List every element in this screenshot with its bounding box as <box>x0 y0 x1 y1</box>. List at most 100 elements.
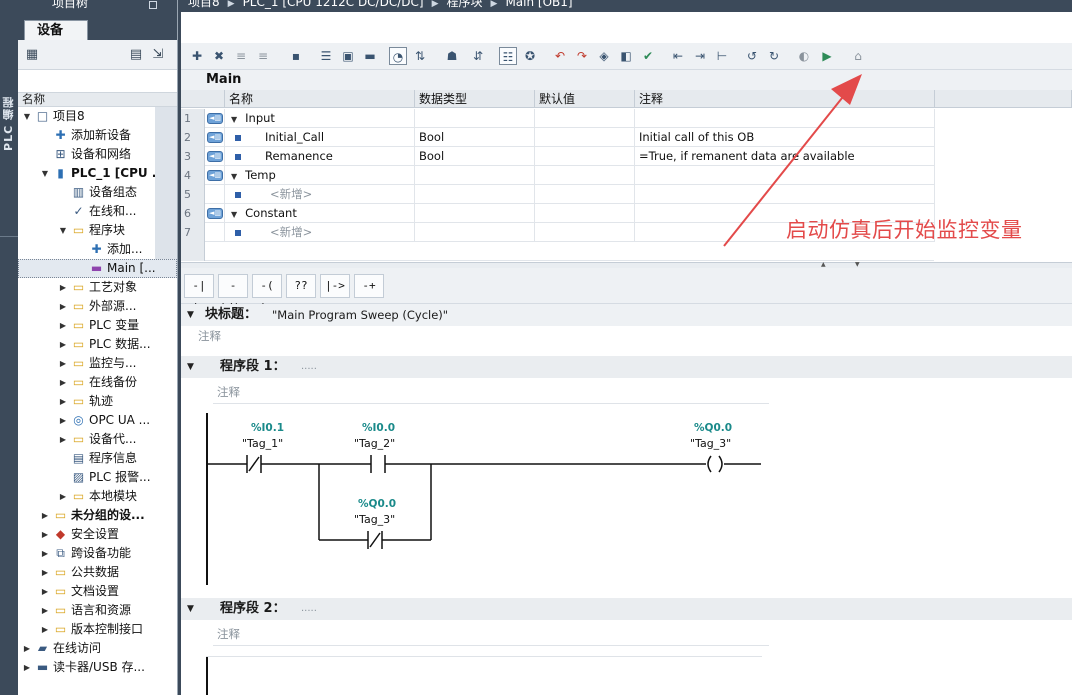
open-all-networks-icon[interactable]: ☰ <box>317 47 335 65</box>
tree-item[interactable]: ▶ ◆ 安全设置 <box>18 525 177 544</box>
close-branch-button[interactable]: -+ <box>354 274 384 298</box>
move-up-icon[interactable]: ⇤ <box>669 47 687 65</box>
delete-network-icon[interactable]: ≡ <box>254 47 272 65</box>
open-branch-button[interactable]: |-> <box>320 274 350 298</box>
favorites-star-icon[interactable]: ✪ <box>521 47 539 65</box>
tree-item[interactable]: ▶ ▭ 轨迹 <box>18 392 177 411</box>
export-icon[interactable]: ⇲ <box>150 47 166 63</box>
cell-default[interactable] <box>535 109 635 128</box>
expand-icon[interactable]: ▶ <box>58 354 68 373</box>
tree-item[interactable]: ▶ ▰ 在线访问 <box>18 639 177 658</box>
breadcrumb-program-blocks[interactable]: 程序块 <box>447 0 483 9</box>
expand-icon[interactable]: ▶ <box>58 278 68 297</box>
collapse-section-icon[interactable]: ▼ <box>231 210 237 219</box>
collapse-down-icon[interactable]: ▼ <box>855 261 860 268</box>
cell-name[interactable]: ▼ Input <box>225 109 415 128</box>
expand-icon[interactable]: ▶ <box>58 316 68 335</box>
normally-open-contact-button[interactable]: -| |- <box>184 274 214 314</box>
coil-tag3-name[interactable]: "Tag_3" <box>690 437 731 450</box>
tree-item[interactable]: ▶ ▭ 外部源... <box>18 297 177 316</box>
collapse-icon[interactable]: ▼ <box>40 164 50 183</box>
expand-icon[interactable]: ▶ <box>40 563 50 582</box>
tab-devices[interactable]: 设备 <box>24 20 88 40</box>
cell-datatype[interactable]: Bool <box>415 147 535 166</box>
collapse-block-title-icon[interactable]: ▼ <box>187 304 194 326</box>
cell-default[interactable] <box>535 166 635 185</box>
operand-display-icon[interactable]: ⇵ <box>469 47 487 65</box>
tree-item[interactable]: ✚ 添加新设备 <box>18 126 177 145</box>
col-header-default[interactable]: 默认值 <box>535 90 635 108</box>
breadcrumb-main-ob1[interactable]: Main [OB1] <box>505 0 572 9</box>
row-type-cell[interactable]: ◄▥ <box>205 109 225 128</box>
tree-item[interactable]: ▶ ▭ 公共数据 <box>18 563 177 582</box>
collapse-section-icon[interactable]: ▼ <box>231 115 237 124</box>
collapse-network-2-icon[interactable]: ▼ <box>187 598 194 620</box>
col-header-name[interactable]: 名称 <box>225 90 415 108</box>
tree-item[interactable]: ▬ Main [... <box>18 259 177 278</box>
compare-icon[interactable]: ◧ <box>617 47 635 65</box>
contact-tag3-name[interactable]: "Tag_3" <box>354 513 395 526</box>
expand-icon[interactable]: ▶ <box>58 487 68 506</box>
delete-row-icon[interactable]: ✖ <box>210 47 228 65</box>
favorites-list-icon[interactable]: ☷ <box>499 47 517 65</box>
block-comment[interactable]: 注释 <box>181 326 1072 346</box>
tree-item[interactable]: ▼ ▮ PLC_1 [CPU ... <box>18 164 177 183</box>
update-calls-icon[interactable]: ◈ <box>595 47 613 65</box>
clear-icon[interactable]: ▪ <box>287 47 305 65</box>
contact-tag1-address[interactable]: %I0.1 <box>251 422 284 434</box>
cell-datatype[interactable] <box>415 166 535 185</box>
cell-datatype[interactable] <box>415 204 535 223</box>
breadcrumb-project[interactable]: 项目8 <box>188 0 220 9</box>
expand-icon[interactable]: ▶ <box>58 411 68 430</box>
row-type-cell[interactable]: ◄▥ <box>205 204 225 223</box>
cell-name[interactable]: ▼ Temp <box>225 166 415 185</box>
panel-restore-icon[interactable] <box>149 1 157 9</box>
contact-tag3-address[interactable]: %Q0.0 <box>358 498 396 510</box>
expand-icon[interactable]: ▶ <box>22 639 32 658</box>
tree-item[interactable]: ▶ ▭ 在线备份 <box>18 373 177 392</box>
cell-datatype[interactable] <box>415 109 535 128</box>
row-type-cell[interactable]: ◄▥ <box>205 166 225 185</box>
expand-icon[interactable]: ▶ <box>58 335 68 354</box>
go-to-error-next-icon[interactable]: ↷ <box>573 47 591 65</box>
insert-row-icon[interactable]: ✚ <box>188 47 206 65</box>
contact-tag1-name[interactable]: "Tag_1" <box>242 437 283 450</box>
tree-item[interactable]: ✚ 添加... <box>18 240 177 259</box>
row-type-cell[interactable] <box>205 185 225 204</box>
contact-tag2-address[interactable]: %I0.0 <box>362 422 395 434</box>
tree-item[interactable]: ▼ □ 项目8 <box>18 107 177 126</box>
tree-item[interactable]: ▶ ⧉ 跨设备功能 <box>18 544 177 563</box>
coil-tag3-address[interactable]: %Q0.0 <box>694 422 732 434</box>
cell-default[interactable] <box>535 204 635 223</box>
empty-box-button[interactable]: ?? <box>286 274 316 298</box>
expand-icon[interactable]: ▶ <box>40 544 50 563</box>
expand-icon[interactable]: ▶ <box>40 525 50 544</box>
cell-datatype[interactable] <box>415 223 535 242</box>
close-all-networks-icon[interactable]: ▣ <box>339 47 357 65</box>
cell-default[interactable] <box>535 128 635 147</box>
breadcrumb-plc[interactable]: PLC_1 [CPU 1212C DC/DC/DC] <box>243 0 424 9</box>
cell-name[interactable]: Remanence <box>225 147 415 166</box>
row-type-cell[interactable] <box>205 223 225 242</box>
tree-item[interactable]: ✓ 在线和... <box>18 202 177 221</box>
plc-programming-tab[interactable]: PLC 编程 <box>1 96 17 151</box>
network-2-comment[interactable]: 注释 <box>213 622 769 646</box>
insert-network-icon[interactable]: ≡ <box>232 47 250 65</box>
zoom-icon[interactable]: ☗ <box>443 47 461 65</box>
contact-tag2-name[interactable]: "Tag_2" <box>354 437 395 450</box>
collapse-section-icon[interactable]: ▼ <box>231 172 237 181</box>
comments-toggle-icon[interactable]: ◔ <box>389 47 407 65</box>
tree-item[interactable]: ▶ ▭ 语言和资源 <box>18 601 177 620</box>
row-type-cell[interactable]: ◄▥ <box>205 147 225 166</box>
expand-icon[interactable]: ▶ <box>58 392 68 411</box>
expand-icon[interactable]: ▶ <box>40 506 50 525</box>
cell-name[interactable]: <新增> <box>225 185 415 204</box>
tree-item[interactable]: ▶ ▭ 工艺对象 <box>18 278 177 297</box>
network-1-title[interactable]: ..... <box>301 356 317 378</box>
normally-closed-contact-button[interactable]: -|/|- <box>218 274 248 314</box>
tree-item[interactable]: ▶ ▭ 文档设置 <box>18 582 177 601</box>
list-view-icon[interactable]: ▤ <box>128 47 144 63</box>
tree-item[interactable]: ▶ ◎ OPC UA ... <box>18 411 177 430</box>
tree-item[interactable]: ⊞ 设备和网络 <box>18 145 177 164</box>
collapse-icon[interactable]: ▼ <box>22 107 32 126</box>
